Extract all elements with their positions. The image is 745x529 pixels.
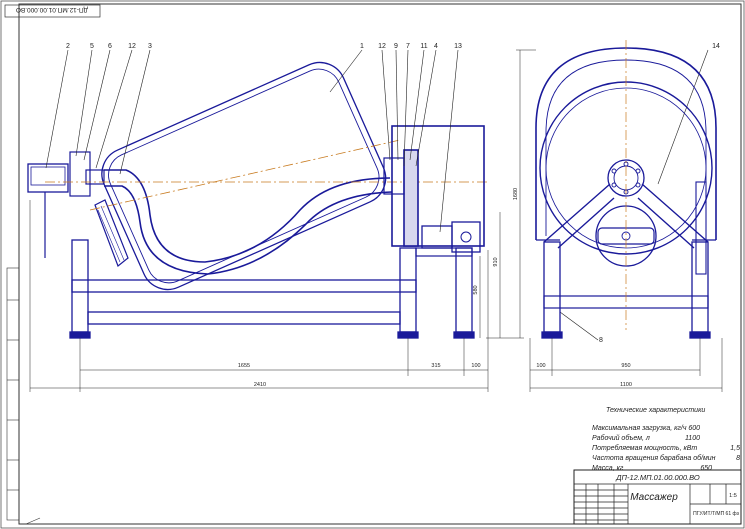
title-block-scale: 1:5 — [729, 493, 737, 499]
corner-stamp-text: ДП-12.МП.01.00.000.ВО — [16, 6, 88, 13]
frame-left-leg — [71, 239, 89, 333]
side-left-leg — [543, 241, 561, 333]
callout-12-right: 12 — [378, 43, 386, 50]
callout-6: 6 — [108, 43, 112, 50]
frame-top-beam — [71, 279, 417, 293]
callout-8: 8 — [599, 337, 603, 344]
title-block-text: ДП-12.МП.01.00.000.ВО Массажер 1:5 ПГУ/И… — [615, 473, 739, 517]
callout-3: 3 — [148, 43, 152, 50]
callout-13: 13 — [454, 43, 462, 50]
drum-outer — [101, 61, 387, 291]
spec-label-4: Частота вращения барабана об/мин — [592, 454, 716, 462]
dim-1655: 1655 — [238, 363, 250, 369]
gear-wheel — [403, 149, 419, 247]
dim-950: 950 — [621, 363, 630, 369]
spec-value-3: 1,5 — [730, 445, 740, 452]
callout-4: 4 — [434, 43, 438, 50]
callout-12-left: 12 — [128, 43, 136, 50]
dim-100-side: 100 — [536, 363, 545, 369]
title-block-code: ДП-12.МП.01.00.000.ВО — [615, 473, 700, 482]
front-view — [27, 61, 490, 339]
spec-value-5: 650 — [700, 465, 712, 472]
side-view — [535, 40, 717, 339]
dim-1680: 1680 — [513, 188, 519, 200]
spec-label-1: Максимальная загрузка, кг/ч — [592, 425, 687, 432]
dim-580: 580 — [473, 285, 479, 294]
corner-mark — [25, 517, 41, 525]
spec-label-5: Масса, кг — [592, 465, 624, 472]
left-bearing — [69, 151, 91, 197]
dimension-labels: 1655 315 100 2410 100 950 1100 1680 910 … — [238, 188, 632, 388]
spec-value-1: 600 — [688, 425, 700, 432]
callout-7: 7 — [406, 43, 410, 50]
technical-specs: Технические характеристики Максимальная … — [592, 407, 740, 472]
dim-910: 910 — [493, 257, 499, 266]
spec-value-2: 1100 — [685, 435, 700, 442]
dimension-lines — [29, 49, 723, 392]
feed-chute — [104, 169, 391, 263]
callout-5: 5 — [90, 43, 94, 50]
callout-14: 14 — [712, 43, 720, 50]
dim-315: 315 — [431, 363, 440, 369]
drawing-sheet: ДП-12.МП.01.00.000.ВО 2 5 6 12 3 1 12 9 … — [0, 0, 745, 529]
callout-9: 9 — [394, 43, 398, 50]
callout-11: 11 — [420, 43, 427, 50]
left-margin-strip — [6, 267, 20, 521]
title-block-org: ПГУ/ИТ/Т/МП 61 фз — [693, 511, 740, 517]
loading-hopper — [94, 199, 129, 267]
frame-right-leg — [455, 247, 473, 333]
title-block-name: Массажер — [630, 492, 678, 503]
drum-inner — [108, 68, 380, 284]
callout-2: 2 — [66, 43, 70, 50]
spec-label-2: Рабочий объем, л — [592, 434, 650, 442]
spec-value-4: 8 — [736, 455, 740, 462]
dim-1100: 1100 — [620, 382, 632, 388]
dim-100-front: 100 — [471, 363, 480, 369]
spec-label-3: Потребляемая мощность, кВт — [592, 444, 697, 452]
callout-1: 1 — [360, 43, 364, 50]
frame-middle-leg — [399, 247, 417, 333]
specs-title: Технические характеристики — [606, 407, 705, 414]
motor — [421, 225, 453, 249]
dim-2410: 2410 — [254, 382, 266, 388]
control-box — [27, 163, 69, 193]
frame-bottom-beam — [87, 311, 401, 325]
